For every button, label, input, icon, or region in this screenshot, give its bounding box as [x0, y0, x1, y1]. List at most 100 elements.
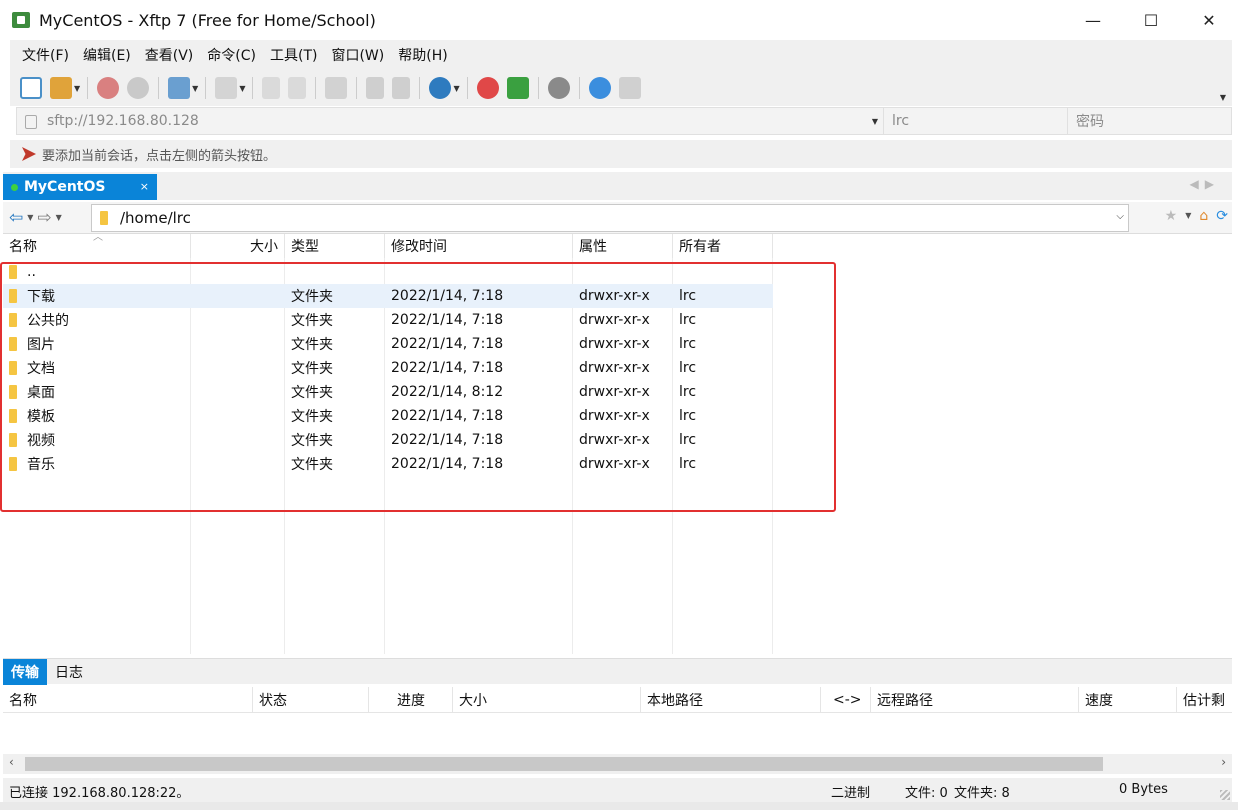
tab-log[interactable]: 日志 [47, 659, 91, 685]
tab-close-icon[interactable]: × [140, 180, 149, 193]
help-icon[interactable] [588, 77, 611, 99]
connect-icon[interactable] [97, 77, 120, 99]
upload-icon[interactable] [262, 77, 281, 99]
menu-bar: 文件(F) 编辑(E) 查看(V) 命令(C) 工具(T) 窗口(W) 帮助(H… [10, 40, 1232, 70]
new-session-icon[interactable] [20, 77, 42, 99]
file-row[interactable]: 视频 文件夹 2022/1/14, 7:18 drwxr-xr-x lrc [3, 428, 773, 452]
column-attributes[interactable]: 属性 [573, 234, 673, 258]
resize-grip-icon[interactable] [1220, 790, 1230, 800]
xfer-column-progress[interactable]: 进度 [369, 687, 453, 713]
file-row[interactable]: 公共的 文件夹 2022/1/14, 7:18 drwxr-xr-x lrc [3, 308, 773, 332]
file-owner-text: lrc [679, 432, 697, 448]
home-icon[interactable]: ⌂ [1199, 208, 1208, 224]
globe-dropdown-icon[interactable]: ▼ [453, 84, 459, 93]
xfer-column-local-path[interactable]: 本地路径 [641, 687, 821, 713]
file-modified-text: 2022/1/14, 7:18 [391, 456, 504, 472]
file-owner-text: lrc [679, 384, 697, 400]
file-row[interactable]: 模板 文件夹 2022/1/14, 7:18 drwxr-xr-x lrc [3, 404, 773, 428]
toolbar-separator [252, 77, 254, 99]
xfer-column-speed[interactable]: 速度 [1079, 687, 1177, 713]
file-modified: 2022/1/14, 7:18 [385, 452, 573, 476]
menu-command[interactable]: 命令(C) [207, 45, 256, 65]
column-name[interactable]: 名称 ︿ [3, 232, 191, 258]
tab-transfer[interactable]: 传输 [3, 659, 47, 685]
host-dropdown-icon[interactable]: ▼ [867, 117, 883, 126]
chat-icon[interactable] [618, 77, 641, 99]
file-attributes: drwxr-xr-x [573, 308, 673, 332]
background-window-strip [0, 802, 1238, 810]
forward-dropdown-icon[interactable]: ▼ [56, 213, 62, 222]
forward-arrow-icon[interactable]: ⇨ [37, 208, 51, 228]
file-attributes-text: drwxr-xr-x [579, 288, 650, 304]
open-folder-icon[interactable] [50, 77, 72, 99]
menu-view[interactable]: 查看(V) [145, 45, 194, 65]
copy-icon[interactable] [366, 77, 385, 99]
file-owner: lrc [673, 380, 773, 404]
tab-scroll-arrows-icon[interactable]: ◀▶ [1190, 177, 1220, 191]
column-modified[interactable]: 修改时间 [385, 234, 573, 258]
file-owner: lrc [673, 404, 773, 428]
favorite-star-icon[interactable]: ★ [1165, 208, 1178, 224]
terminal-dropdown-icon[interactable]: ▼ [239, 84, 245, 93]
file-row[interactable]: 下载 文件夹 2022/1/14, 7:18 drwxr-xr-x lrc [3, 284, 773, 308]
file-row[interactable]: 桌面 文件夹 2022/1/14, 8:12 drwxr-xr-x lrc [3, 380, 773, 404]
host-field[interactable]: sftp://192.168.80.128 [17, 108, 867, 134]
close-button[interactable]: ✕ [1180, 0, 1238, 40]
file-row[interactable]: 音乐 文件夹 2022/1/14, 7:18 drwxr-xr-x lrc [3, 452, 773, 476]
file-modified-text: 2022/1/14, 7:18 [391, 432, 504, 448]
session-settings-icon[interactable] [168, 77, 191, 99]
back-dropdown-icon[interactable]: ▼ [27, 213, 33, 222]
scroll-left-icon[interactable]: ‹ [9, 755, 14, 769]
menu-file[interactable]: 文件(F) [22, 45, 69, 65]
maximize-button[interactable]: ☐ [1122, 0, 1180, 40]
minimize-button[interactable]: — [1064, 0, 1122, 40]
toolbar-overflow-icon[interactable]: ▼ [1220, 93, 1226, 102]
paste-icon[interactable] [392, 77, 411, 99]
file-modified-text: 2022/1/14, 8:12 [391, 384, 504, 400]
globe-icon[interactable] [429, 77, 452, 99]
xfer-column-direction[interactable]: <-> [821, 687, 871, 713]
xftp-icon[interactable] [506, 77, 529, 99]
path-dropdown-icon[interactable]: ⌵ [1116, 211, 1124, 222]
password-field[interactable]: 密码 [1067, 108, 1231, 134]
xfer-column-status[interactable]: 状态 [253, 687, 369, 713]
file-row[interactable]: .. [3, 260, 773, 284]
file-row[interactable]: 图片 文件夹 2022/1/14, 7:18 drwxr-xr-x lrc [3, 332, 773, 356]
favorite-dropdown-icon[interactable]: ▼ [1185, 211, 1191, 224]
disconnect-icon[interactable] [127, 77, 150, 99]
menu-tools[interactable]: 工具(T) [270, 45, 317, 65]
xshell-icon[interactable] [476, 77, 499, 99]
gear-icon[interactable] [547, 77, 570, 99]
scroll-right-icon[interactable]: › [1221, 755, 1226, 769]
file-name: .. [3, 260, 191, 284]
file-row[interactable]: 文档 文件夹 2022/1/14, 7:18 drwxr-xr-x lrc [3, 356, 773, 380]
download-icon[interactable] [288, 77, 307, 99]
xfer-column-remote-path[interactable]: 远程路径 [871, 687, 1079, 713]
menu-edit[interactable]: 编辑(E) [83, 45, 131, 65]
refresh-icon[interactable]: ⟳ [1216, 208, 1228, 224]
column-owner[interactable]: 所有者 [673, 234, 773, 258]
sync-icon[interactable] [325, 77, 348, 99]
file-attributes: drwxr-xr-x [573, 356, 673, 380]
settings-dropdown-icon[interactable]: ▼ [192, 84, 198, 93]
transfer-list [3, 713, 1232, 753]
xfer-column-size[interactable]: 大小 [453, 687, 641, 713]
column-size[interactable]: 大小 [191, 234, 285, 258]
menu-help[interactable]: 帮助(H) [398, 45, 447, 65]
tab-mycentos[interactable]: MyCentOS × [3, 174, 157, 200]
scrollbar-thumb[interactable] [25, 757, 1103, 771]
xfer-column-eta[interactable]: 估计剩 [1177, 687, 1232, 713]
terminal-icon[interactable] [215, 77, 238, 99]
column-type[interactable]: 类型 [285, 234, 385, 258]
file-modified-text: 2022/1/14, 7:18 [391, 336, 504, 352]
bookmark-arrow-icon[interactable] [22, 147, 36, 161]
menu-window[interactable]: 窗口(W) [331, 45, 384, 65]
username-field[interactable]: lrc [883, 108, 1067, 134]
open-dropdown-icon[interactable]: ▼ [74, 84, 80, 93]
xfer-column-name[interactable]: 名称 [3, 687, 253, 713]
path-input[interactable]: /home/lrc ⌵ [91, 204, 1129, 232]
back-arrow-icon[interactable]: ⇦ [9, 208, 23, 228]
file-owner: lrc [673, 332, 773, 356]
horizontal-scrollbar[interactable]: ‹ › [3, 754, 1232, 774]
toolbar-separator [466, 77, 468, 99]
